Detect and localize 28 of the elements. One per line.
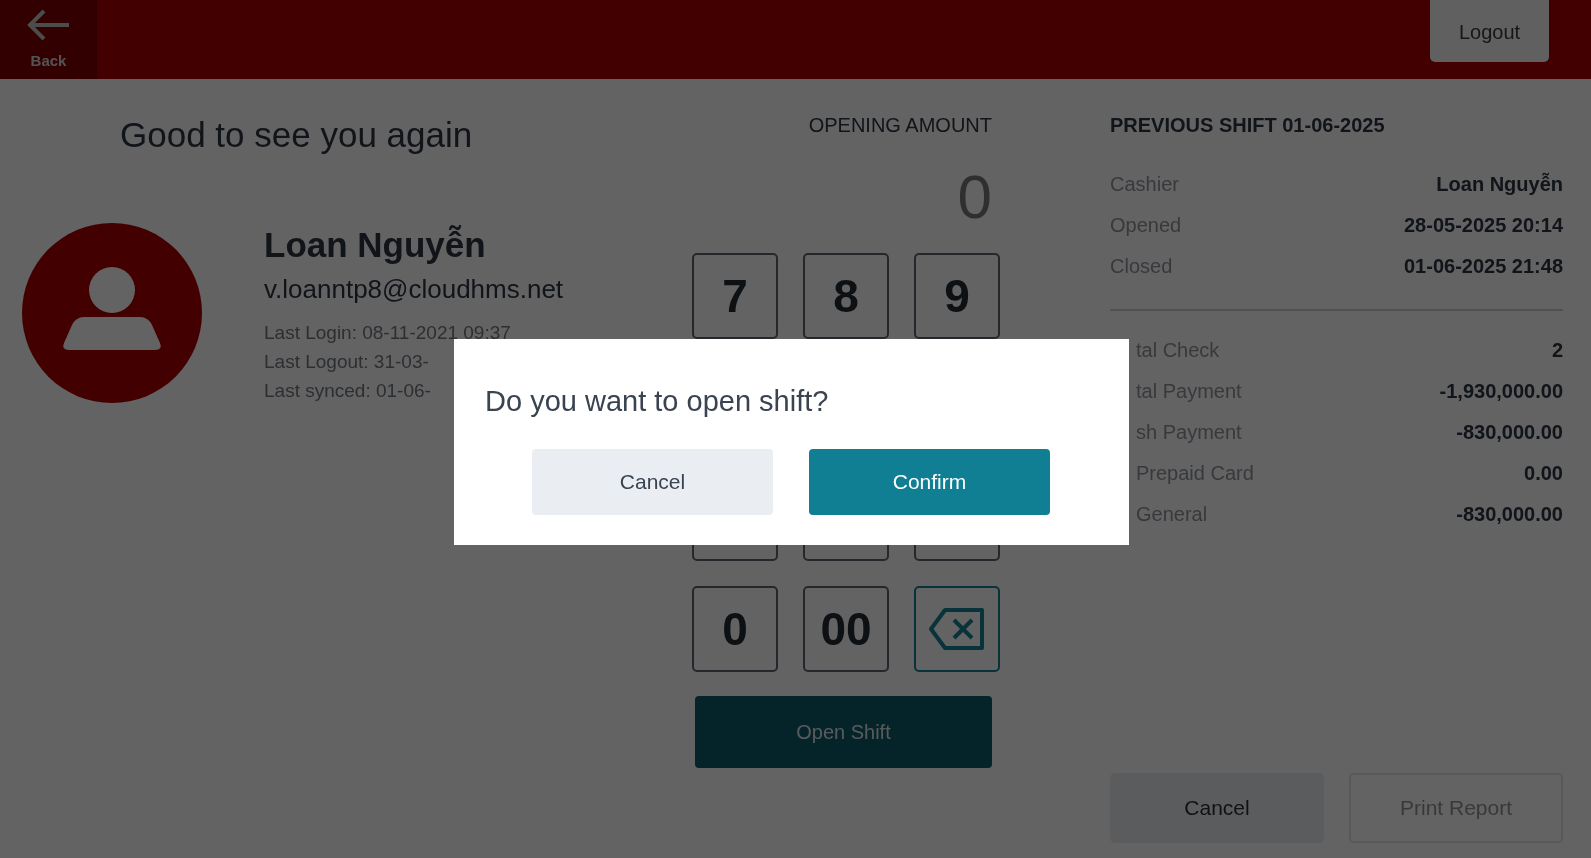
logout-button[interactable]: Logout: [1430, 0, 1549, 62]
cancel-button[interactable]: Cancel: [532, 449, 773, 515]
keypad-key[interactable]: 8: [803, 253, 889, 339]
previous-shift-title: PREVIOUS SHIFT 01-06-2025: [1110, 113, 1386, 137]
keypad-key[interactable]: 00: [803, 586, 889, 672]
confirm-button[interactable]: Confirm: [809, 449, 1050, 515]
row-value: -830,000.00: [1456, 421, 1563, 444]
row-value: -1,930,000.00: [1439, 380, 1563, 403]
row-value: 28-05-2025 20:14: [1404, 214, 1563, 237]
row-value: 0.00: [1524, 462, 1563, 485]
back-button[interactable]: Back: [0, 0, 97, 79]
greeting-title: Good to see you again: [120, 115, 474, 155]
keypad-key[interactable]: 7: [692, 253, 778, 339]
backspace-key[interactable]: [914, 586, 1000, 672]
row-value: 2: [1551, 339, 1563, 362]
user-name: Loan Nguyễn: [264, 225, 487, 265]
backspace-icon: [928, 607, 986, 651]
keypad-key[interactable]: 0: [692, 586, 778, 672]
row-value: -830,000.00: [1456, 503, 1563, 526]
open-shift-button[interactable]: Open Shift: [695, 696, 992, 768]
keypad-key[interactable]: 9: [914, 253, 1000, 339]
row-value: Loan Nguyễn: [1436, 173, 1563, 196]
avatar-icon: [22, 223, 202, 403]
user-email: v.loanntp8@cloudhms.net: [264, 273, 564, 306]
row-value: 01-06-2025 21:48: [1404, 255, 1563, 278]
opening-amount-label: OPENING AMOUNT: [808, 113, 992, 137]
cancel-button[interactable]: Cancel: [1110, 773, 1324, 843]
dialog-question: Do you want to open shift?: [485, 384, 830, 418]
